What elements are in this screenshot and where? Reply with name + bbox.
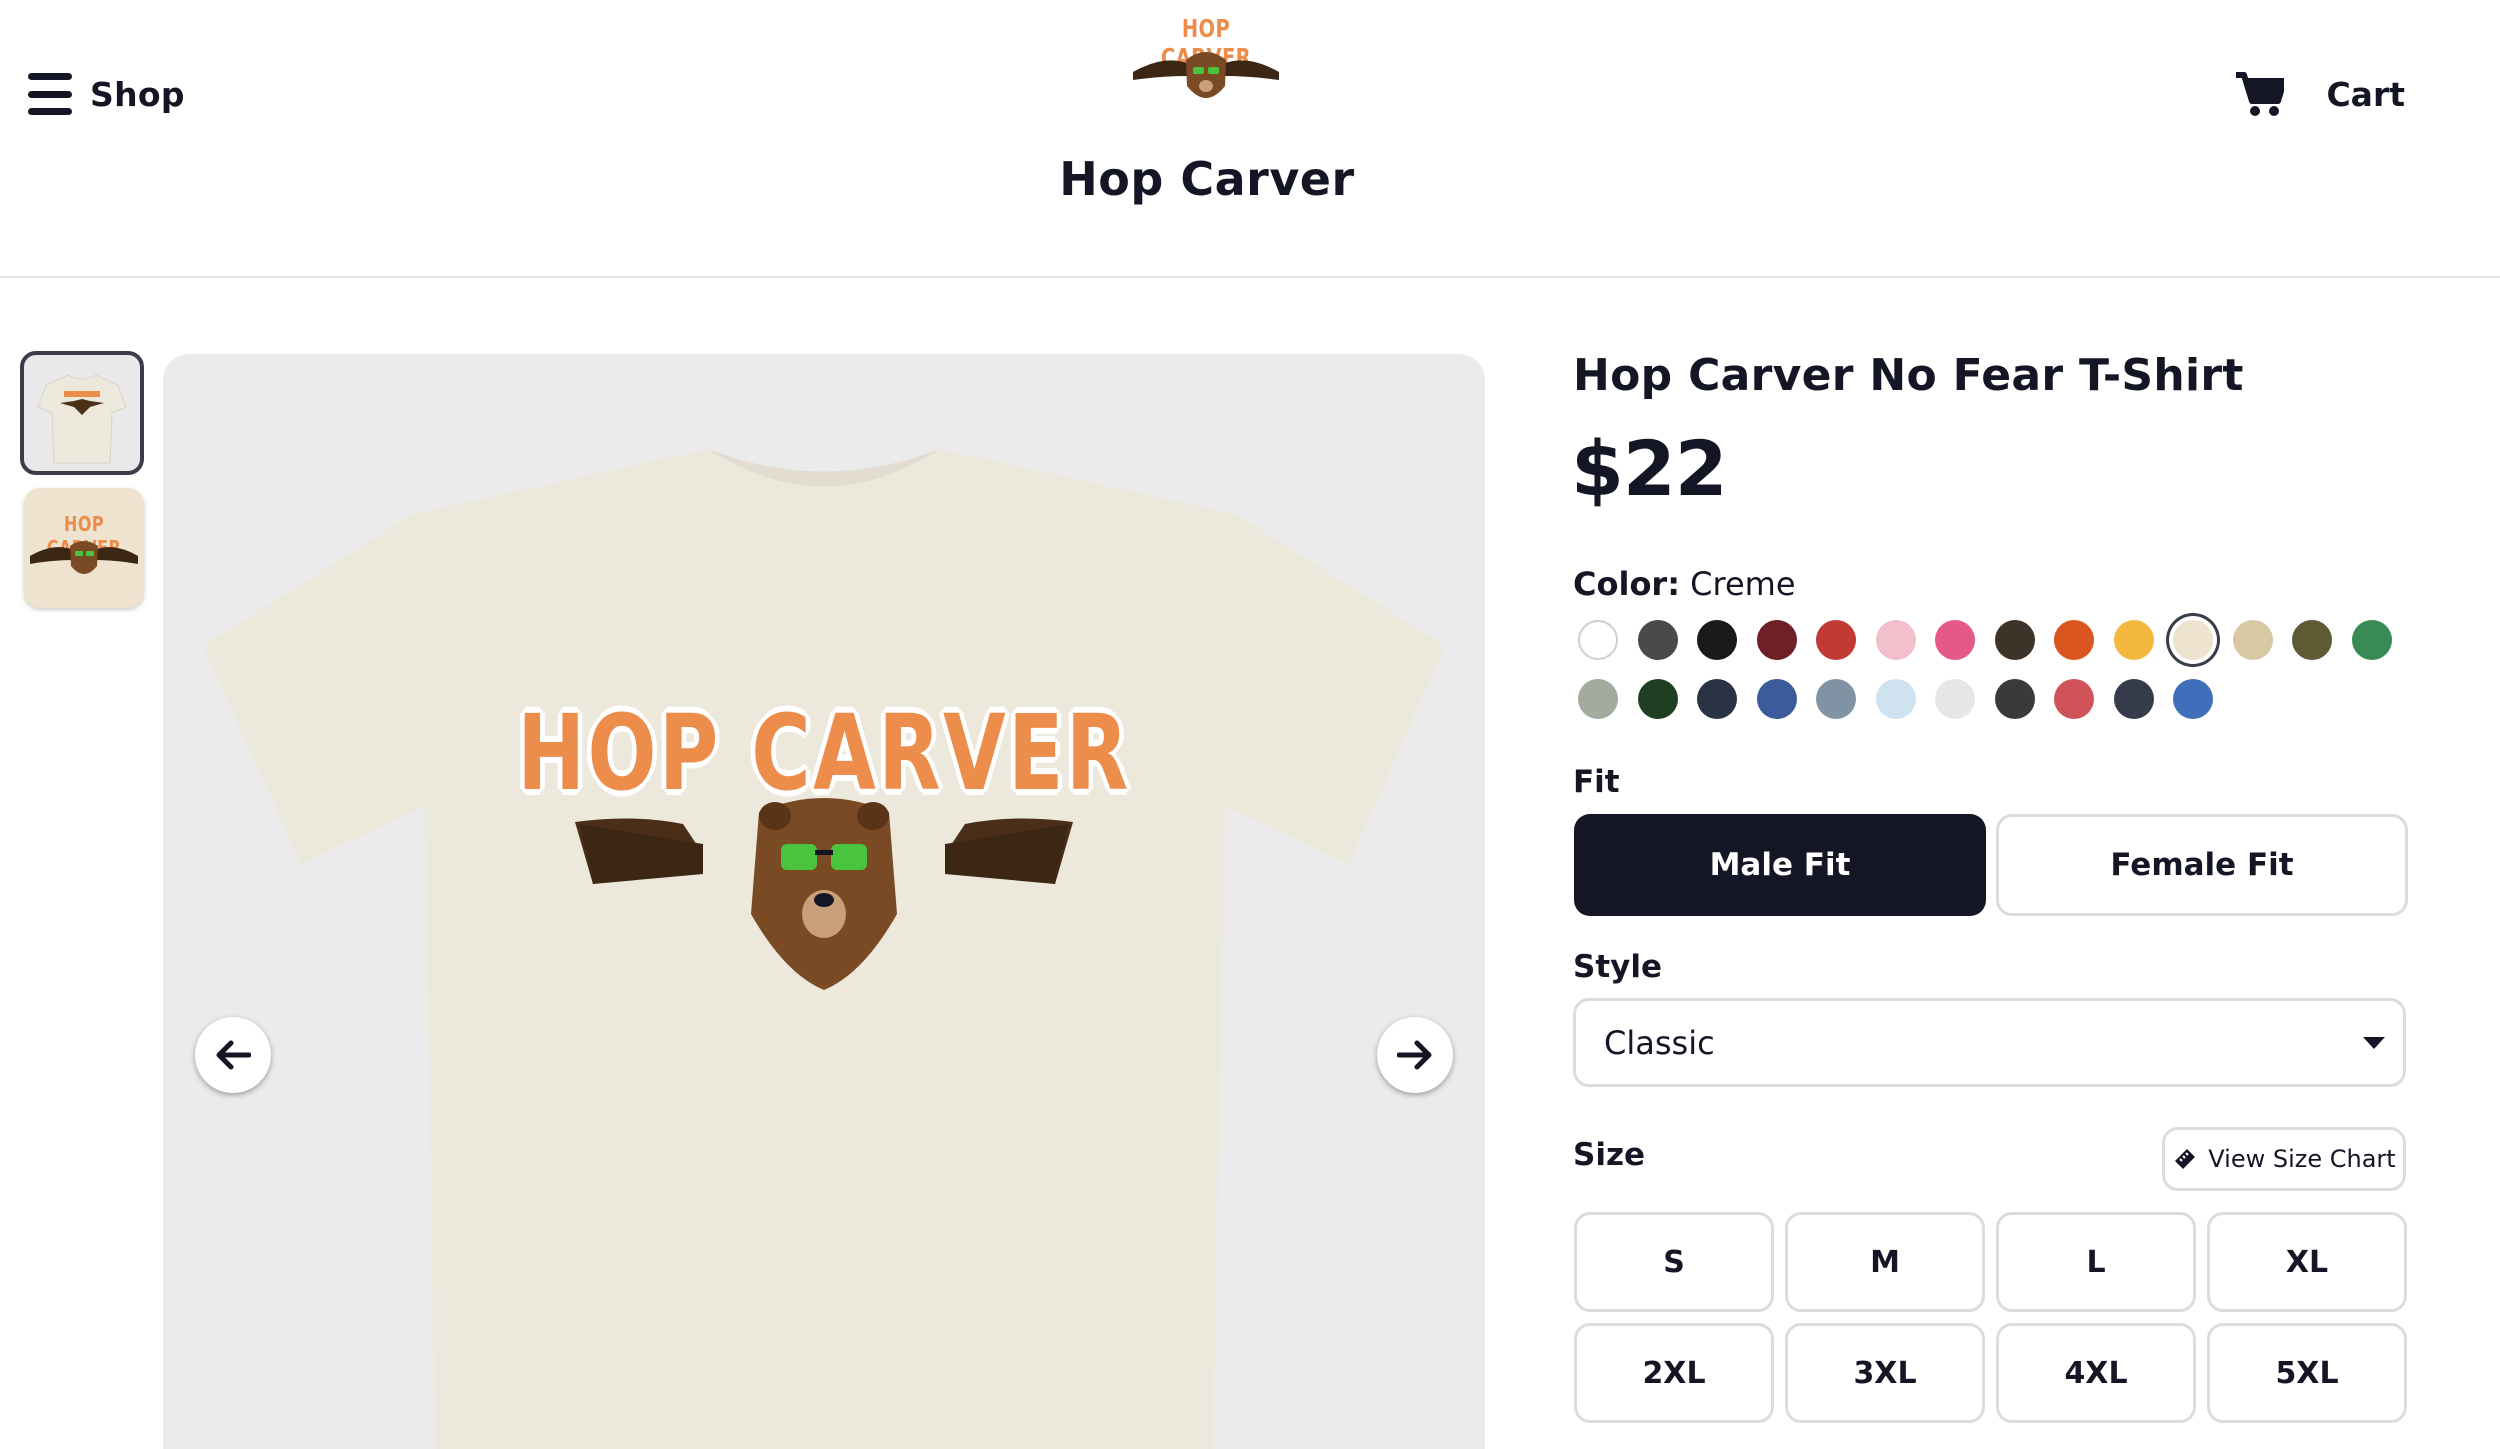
product-price: $22 xyxy=(1571,424,1728,513)
previous-image-button[interactable] xyxy=(195,1017,271,1093)
size-button-3xl[interactable]: 3XL xyxy=(1785,1323,1985,1423)
color-swatch[interactable] xyxy=(2232,620,2273,660)
color-swatch[interactable] xyxy=(1578,620,1618,660)
product-main-image: HOP CARVER xyxy=(163,354,1485,1449)
shirt-design-text: HOP CARVER xyxy=(517,692,1131,814)
color-label-row: Color: Creme xyxy=(1573,565,1796,603)
selected-color-name: Creme xyxy=(1690,565,1796,603)
style-label: Style xyxy=(1573,949,1663,985)
bear-wings-logo-icon xyxy=(1133,52,1279,98)
color-swatch[interactable] xyxy=(2173,679,2213,719)
shopping-cart-icon xyxy=(2236,72,2285,116)
color-swatch[interactable] xyxy=(2351,620,2392,660)
cart-button[interactable]: Cart xyxy=(2236,66,2405,122)
color-swatch[interactable] xyxy=(1935,620,1975,660)
female-fit-button[interactable]: Female Fit xyxy=(1996,814,2408,916)
size-button-4xl[interactable]: 4XL xyxy=(1996,1323,2196,1423)
size-button-xl[interactable]: XL xyxy=(2207,1212,2407,1312)
fit-label: Fit xyxy=(1573,764,1620,800)
color-swatch[interactable] xyxy=(1994,620,2035,660)
size-button-s[interactable]: S xyxy=(1574,1212,1774,1312)
color-swatch[interactable] xyxy=(1816,620,1856,660)
next-image-button[interactable] xyxy=(1377,1017,1453,1093)
color-swatch[interactable] xyxy=(1637,679,1678,719)
arrow-left-icon xyxy=(216,1040,251,1070)
size-label: Size xyxy=(1573,1137,1646,1173)
color-swatch[interactable] xyxy=(1637,620,1678,660)
color-swatch[interactable] xyxy=(1875,679,1916,719)
color-swatch[interactable] xyxy=(1756,679,1797,719)
color-label: Color: xyxy=(1573,565,1680,603)
view-size-chart-label: View Size Chart xyxy=(2208,1145,2396,1173)
hamburger-menu-icon xyxy=(28,73,72,115)
cart-label: Cart xyxy=(2326,74,2405,114)
size-button-5xl[interactable]: 5XL xyxy=(2207,1323,2407,1423)
color-swatch[interactable] xyxy=(1935,679,1975,719)
shop-label: Shop xyxy=(90,74,185,114)
color-swatch[interactable] xyxy=(1697,679,1737,719)
color-swatch[interactable] xyxy=(2173,620,2213,660)
site-header: Shop HOP CARVER Cart Hop Carver xyxy=(0,0,2500,278)
store-logo[interactable]: HOP CARVER xyxy=(1125,14,1287,110)
color-swatch[interactable] xyxy=(2054,679,2094,719)
color-swatch[interactable] xyxy=(2113,620,2154,660)
color-swatch[interactable] xyxy=(2292,620,2332,660)
bear-wings-design-icon xyxy=(30,541,138,574)
color-swatch[interactable] xyxy=(1697,620,1737,660)
color-swatch[interactable] xyxy=(1578,679,1618,719)
tshirt-thumbnail-image xyxy=(37,374,127,464)
view-size-chart-button[interactable]: View Size Chart xyxy=(2162,1127,2406,1191)
arrow-right-icon xyxy=(1397,1040,1432,1070)
product-title: Hop Carver No Fear T-Shirt xyxy=(1573,350,2244,401)
color-swatch[interactable] xyxy=(1875,620,1916,660)
size-button-m[interactable]: M xyxy=(1785,1212,1985,1312)
style-select-value: Classic xyxy=(1604,1023,1715,1062)
color-swatch[interactable] xyxy=(2113,679,2154,719)
thumbnail-tshirt[interactable] xyxy=(20,351,144,475)
chevron-down-icon xyxy=(2363,1037,2385,1049)
store-title: Hop Carver xyxy=(1059,152,1355,206)
color-swatch[interactable] xyxy=(1994,679,2035,719)
tshirt-image xyxy=(203,449,1445,1449)
thumbnail-design[interactable]: HOP CARVER xyxy=(24,488,144,608)
male-fit-button[interactable]: Male Fit xyxy=(1574,814,1986,916)
color-swatch[interactable] xyxy=(1816,679,1856,719)
style-select[interactable]: Classic xyxy=(1573,998,2406,1087)
size-button-2xl[interactable]: 2XL xyxy=(1574,1323,1774,1423)
ruler-icon xyxy=(2175,1149,2196,1169)
shop-menu-button[interactable]: Shop xyxy=(28,66,185,122)
color-swatch[interactable] xyxy=(2054,620,2094,660)
color-swatch[interactable] xyxy=(1756,620,1797,660)
size-button-l[interactable]: L xyxy=(1996,1212,2196,1312)
